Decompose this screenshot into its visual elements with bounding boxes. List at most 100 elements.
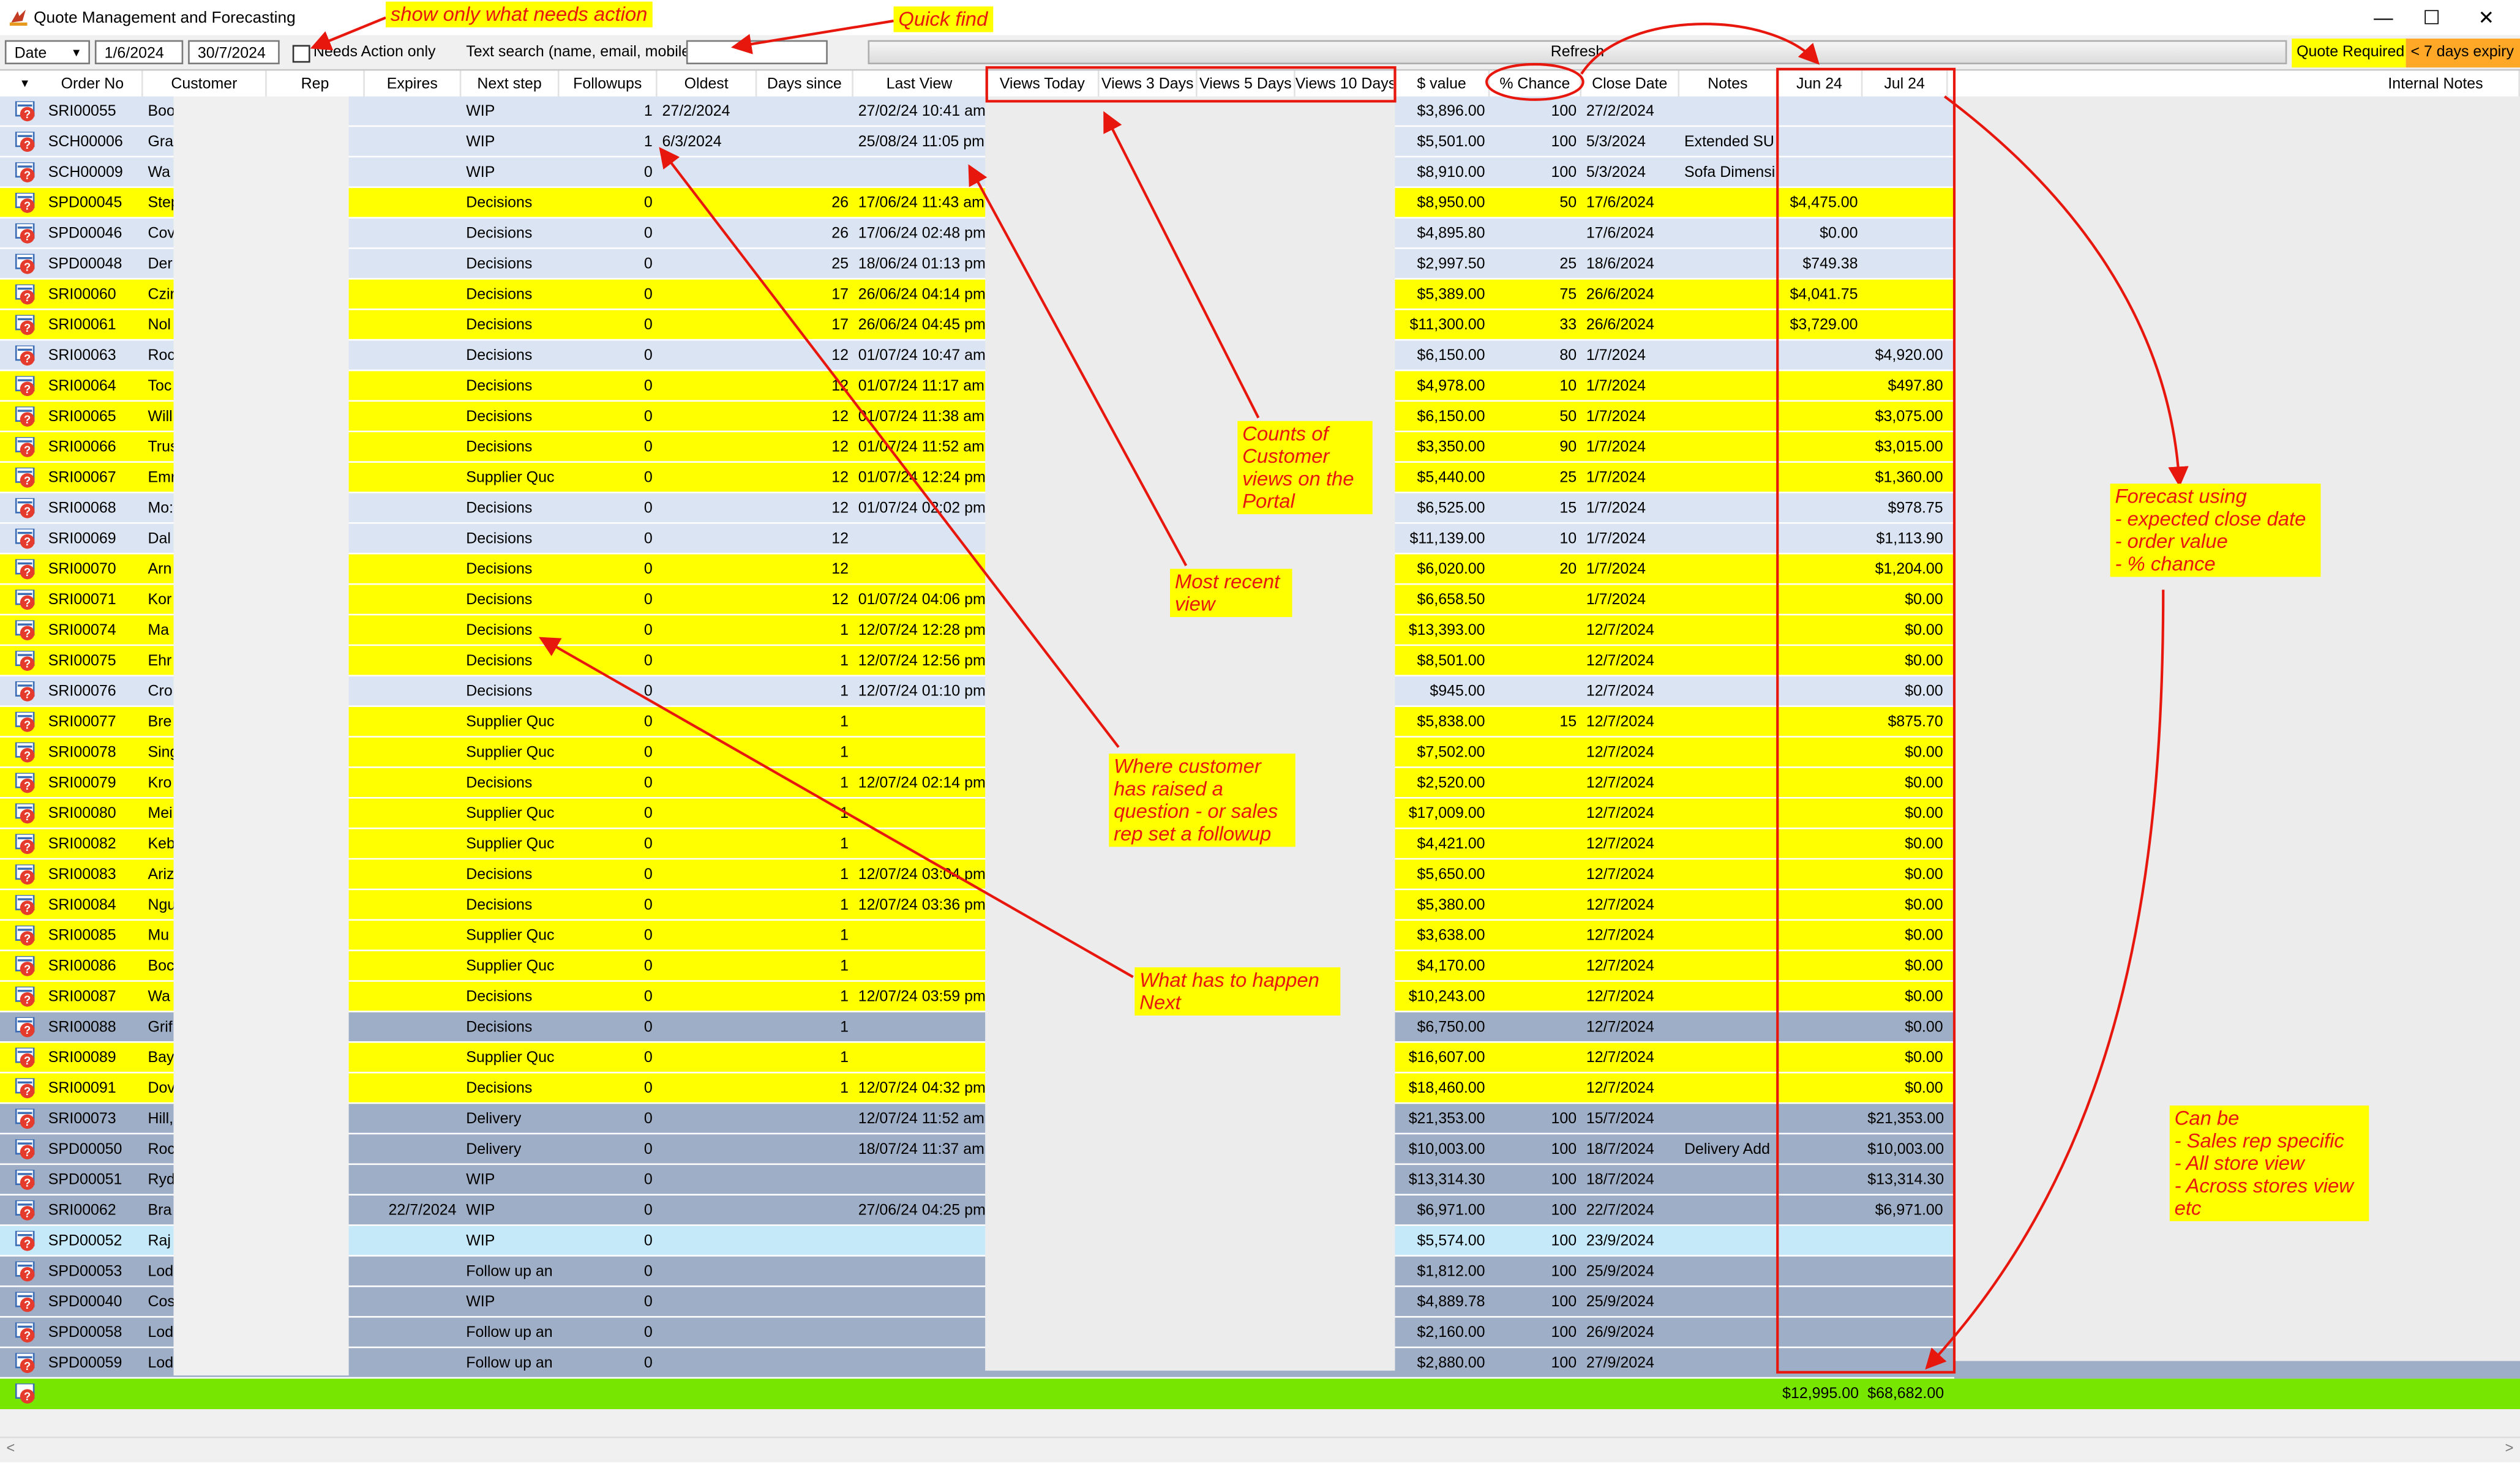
cell-fu: 0 (643, 713, 653, 732)
scroll-left-icon[interactable]: < (7, 1440, 15, 1456)
refresh-button[interactable]: Refresh (868, 40, 2287, 64)
quote-status-icon[interactable]: ? (15, 926, 37, 946)
cell-last: 01/07/24 11:38 am (858, 408, 984, 426)
minimize-button[interactable]: — (2356, 0, 2410, 36)
cell-chance: 100 (1551, 1171, 1577, 1189)
svg-text:?: ? (24, 1023, 31, 1036)
column-header-notes[interactable]: Notes (1679, 70, 1778, 99)
quote-status-icon[interactable]: ? (15, 620, 37, 641)
quote-status-icon[interactable]: ? (15, 1139, 37, 1160)
quote-status-icon[interactable]: ? (15, 345, 37, 366)
quote-status-icon[interactable]: ? (15, 1322, 37, 1343)
quote-status-icon[interactable]: ? (15, 437, 37, 458)
column-header-next[interactable]: Next step (461, 70, 560, 99)
column-header-v5[interactable]: Views 5 Days (1198, 70, 1296, 99)
quote-status-icon[interactable]: ? (15, 193, 37, 214)
cell-chance (1490, 1074, 1581, 1104)
quote-status-icon[interactable]: ? (15, 284, 37, 305)
quote-status-icon[interactable]: ? (15, 773, 37, 794)
column-header-v0[interactable]: Views Today (987, 70, 1100, 99)
cell-oldest (658, 371, 757, 402)
column-header-cust[interactable]: Customer (143, 70, 267, 99)
column-header-rep[interactable]: Rep (267, 70, 365, 99)
column-header-close[interactable]: Close Date (1581, 70, 1680, 99)
cell-fu: 0 (643, 621, 653, 640)
cell-oldest (658, 310, 757, 341)
cell-fu: 0 (643, 927, 653, 945)
svg-text:?: ? (24, 779, 31, 792)
quote-status-icon[interactable]: ? (15, 162, 37, 183)
column-header-value[interactable]: $ value (1395, 70, 1490, 99)
quote-status-icon[interactable]: ? (15, 681, 37, 702)
quote-status-icon[interactable]: ? (15, 498, 37, 519)
cell-oldest (658, 1195, 757, 1226)
maximize-button[interactable]: ☐ (2404, 0, 2459, 36)
column-header-chance[interactable]: % Chance (1490, 70, 1581, 99)
sort-icon[interactable]: ▼ (20, 71, 31, 99)
quote-status-icon[interactable]: ? (15, 742, 37, 763)
cell-close: 18/6/2024 (1586, 255, 1654, 274)
column-header-order[interactable]: Order No (43, 70, 143, 99)
cell-jul (1862, 1287, 1948, 1318)
cell-notes (1679, 219, 1777, 249)
quote-status-icon[interactable]: ? (15, 132, 37, 152)
cell-chance (1490, 799, 1581, 829)
quote-status-icon[interactable]: ? (15, 315, 37, 336)
quote-status-icon[interactable]: ? (15, 1047, 37, 1069)
quote-status-icon[interactable]: ? (15, 956, 37, 977)
scroll-right-icon[interactable]: > (2505, 1440, 2514, 1456)
cell-value: $10,003.00 (1408, 1140, 1485, 1159)
quote-status-icon[interactable]: ? (15, 1200, 37, 1221)
cell-jun (1777, 768, 1862, 799)
search-input[interactable] (686, 40, 828, 64)
quote-status-icon[interactable]: ? (15, 1230, 37, 1252)
column-header-v3[interactable]: Views 3 Days (1100, 70, 1198, 99)
quote-status-icon[interactable]: ? (15, 986, 37, 1008)
cell-jul: $6,971.00 (1875, 1202, 1943, 1220)
date-to-field[interactable]: 30/7/2024 (188, 40, 280, 64)
quote-status-icon[interactable]: ? (15, 589, 37, 610)
quote-status-icon[interactable]: ? (15, 651, 37, 672)
column-header-jun[interactable]: Jun 24 (1777, 70, 1863, 99)
column-header-oldest[interactable]: Oldest (658, 70, 757, 99)
quote-status-icon[interactable]: ? (15, 1292, 37, 1313)
cell-last: 12/07/24 03:36 pm (858, 896, 986, 915)
column-header-fu[interactable]: Followups (560, 70, 658, 99)
close-button[interactable]: ✕ (2459, 0, 2513, 36)
cell-last (853, 524, 987, 555)
quote-status-icon[interactable]: ? (15, 253, 37, 275)
quote-status-icon[interactable]: ? (15, 895, 37, 916)
quote-status-icon[interactable]: ? (15, 1078, 37, 1099)
column-header-jul[interactable]: Jul 24 (1862, 70, 1948, 99)
quote-status-icon[interactable]: ? (15, 101, 37, 122)
quote-status-icon[interactable]: ? (15, 834, 37, 855)
date-from-field[interactable]: 1/6/2024 (94, 40, 184, 64)
quote-status-icon[interactable]: ? (15, 1353, 37, 1374)
quote-status-icon[interactable]: ? (15, 467, 37, 488)
quote-status-icon[interactable]: ? (15, 1017, 37, 1038)
quote-status-icon[interactable]: ? (15, 803, 37, 825)
cell-value: $6,658.50 (1417, 591, 1485, 609)
cell-jun (1777, 463, 1862, 493)
quote-status-icon[interactable]: ? (15, 223, 37, 244)
column-header-v10[interactable]: Views 10 Days (1296, 70, 1395, 99)
quote-status-icon[interactable]: ? (15, 528, 37, 550)
quote-status-icon[interactable]: ? (15, 376, 37, 397)
column-header-inotes[interactable]: Internal Notes (1954, 70, 2520, 99)
cell-next: Supplier Quc (466, 469, 555, 487)
column-header-exp[interactable]: Expires (365, 70, 462, 99)
cell-days: 26 (831, 225, 849, 243)
quote-status-icon[interactable]: ? (15, 711, 37, 733)
column-header-days[interactable]: Days since (757, 70, 853, 99)
quote-status-icon[interactable]: ? (15, 1109, 37, 1129)
quote-status-icon[interactable]: ? (15, 1170, 37, 1191)
needs-action-checkbox[interactable] (292, 45, 310, 63)
quote-status-icon[interactable]: ? (15, 559, 37, 580)
horizontal-scrollbar[interactable]: < > (0, 1436, 2520, 1462)
quote-status-icon[interactable]: ? (15, 1261, 37, 1282)
quote-status-icon[interactable]: ? (15, 406, 37, 427)
svg-text:?: ? (24, 962, 31, 975)
quote-status-icon[interactable]: ? (15, 864, 37, 885)
column-header-last[interactable]: Last View (853, 70, 987, 99)
date-type-select[interactable]: Date ▼ (4, 40, 90, 64)
